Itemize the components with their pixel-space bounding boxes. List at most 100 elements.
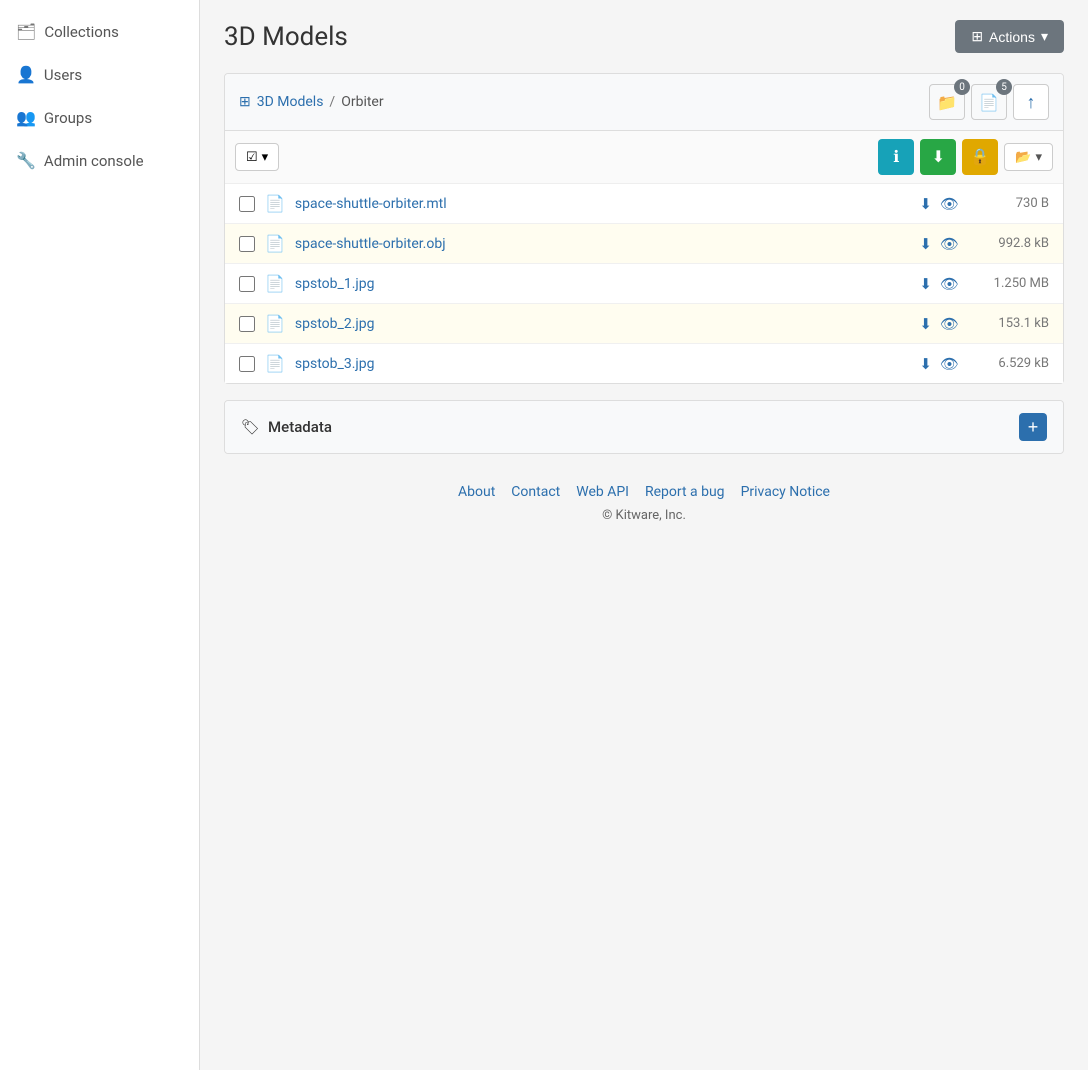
file-doc-icon: 📄 <box>265 194 285 213</box>
files-badge: 5 <box>996 79 1012 95</box>
breadcrumb-root-link[interactable]: 3D Models <box>257 94 324 110</box>
file-checkbox[interactable] <box>239 276 255 292</box>
file-doc-icon: 📄 <box>265 274 285 293</box>
file-copy-icon: 📄 <box>979 93 999 112</box>
file-size: 153.1 kB <box>969 316 1049 331</box>
footer-link-about[interactable]: About <box>458 484 495 500</box>
folder-badge: 0 <box>954 79 970 95</box>
file-actions: ⬇ 👁 <box>919 195 959 213</box>
check-dropdown-icon: ▾ <box>262 149 269 165</box>
file-checkbox[interactable] <box>239 196 255 212</box>
lock-icon: 🔒 <box>970 147 990 167</box>
file-row: 📄 spstob_3.jpg ⬇ 👁 6.529 kB <box>225 344 1063 383</box>
sidebar-item-label: Collections <box>44 23 119 41</box>
sitemap-icon: ⊞ <box>971 28 983 45</box>
actions-label: Actions <box>989 29 1035 45</box>
footer-link-web-api[interactable]: Web API <box>576 484 629 500</box>
file-name-link[interactable]: spstob_1.jpg <box>295 276 909 292</box>
file-doc-icon: 📄 <box>265 314 285 333</box>
sidebar-item-label: Users <box>44 66 82 84</box>
metadata-add-button[interactable]: + <box>1019 413 1047 441</box>
footer-links: About Contact Web API Report a bug Privacy N… <box>224 484 1064 500</box>
file-actions: ⬇ 👁 <box>919 275 959 293</box>
sidebar-item-label: Admin console <box>44 152 144 170</box>
metadata-section: 🏷 Metadata + <box>224 400 1064 454</box>
metadata-label: Metadata <box>268 418 332 436</box>
file-size: 992.8 kB <box>969 236 1049 251</box>
upload-button[interactable]: ↑ <box>1013 84 1049 120</box>
sidebar-item-admin-console[interactable]: 🔧 Admin console <box>0 139 199 182</box>
chevron-down-icon: ▾ <box>1041 28 1048 45</box>
file-name-link[interactable]: space-shuttle-orbiter.mtl <box>295 196 909 212</box>
file-checkbox[interactable] <box>239 356 255 372</box>
file-name-link[interactable]: space-shuttle-orbiter.obj <box>295 236 909 252</box>
file-name-link[interactable]: spstob_3.jpg <box>295 356 909 372</box>
more-actions-button[interactable]: 📂 ▾ <box>1004 143 1053 171</box>
file-checkbox[interactable] <box>239 236 255 252</box>
file-size: 6.529 kB <box>969 356 1049 371</box>
download-icon: ⬇ <box>932 147 945 167</box>
file-row: 📄 space-shuttle-orbiter.mtl ⬇ 👁 730 B <box>225 184 1063 224</box>
footer: About Contact Web API Report a bug Privacy N… <box>224 454 1064 533</box>
plus-icon: + <box>1028 417 1039 438</box>
file-size: 730 B <box>969 196 1049 211</box>
preview-file-icon[interactable]: 👁 <box>940 355 959 373</box>
file-browser-panel: ⊞ 3D Models / Orbiter 📁 0 📄 5 <box>224 73 1064 384</box>
sidebar-item-groups[interactable]: 👥 Groups <box>0 96 199 139</box>
admin-console-icon: 🔧 <box>16 151 36 170</box>
file-name-link[interactable]: spstob_2.jpg <box>295 316 909 332</box>
file-checkbox[interactable] <box>239 316 255 332</box>
lock-button[interactable]: 🔒 <box>962 139 998 175</box>
download-file-icon[interactable]: ⬇ <box>919 235 932 253</box>
metadata-title: 🏷 Metadata <box>241 418 332 436</box>
files-count-button[interactable]: 📄 5 <box>971 84 1007 120</box>
footer-link-report-bug[interactable]: Report a bug <box>645 484 725 500</box>
preview-file-icon[interactable]: 👁 <box>940 235 959 253</box>
main-content: 3D Models ⊞ Actions ▾ ⊞ 3D Models / Orbi… <box>200 0 1088 1070</box>
upload-icon: ↑ <box>1027 92 1036 113</box>
preview-file-icon[interactable]: 👁 <box>940 195 959 213</box>
users-icon: 👤 <box>16 65 36 84</box>
file-actions: ⬇ 👁 <box>919 235 959 253</box>
metadata-header: 🏷 Metadata + <box>225 401 1063 453</box>
more-dropdown-icon: ▾ <box>1035 149 1042 165</box>
actions-button[interactable]: ⊞ Actions ▾ <box>955 20 1064 53</box>
breadcrumb-root-label: 3D Models <box>257 94 324 110</box>
breadcrumb-actions: 📁 0 📄 5 ↑ <box>929 84 1049 120</box>
breadcrumb-current: Orbiter <box>341 94 383 110</box>
footer-link-contact[interactable]: Contact <box>511 484 560 500</box>
toolbar-left: ☑ ▾ <box>235 143 279 171</box>
folder-count-button[interactable]: 📁 0 <box>929 84 965 120</box>
download-file-icon[interactable]: ⬇ <box>919 195 932 213</box>
footer-copyright: © Kitware, Inc. <box>224 508 1064 523</box>
file-actions: ⬇ 👁 <box>919 355 959 373</box>
breadcrumb-bar: ⊞ 3D Models / Orbiter 📁 0 📄 5 <box>225 74 1063 131</box>
folder-icon: 📁 <box>937 93 957 112</box>
file-actions: ⬇ 👁 <box>919 315 959 333</box>
file-list: 📄 space-shuttle-orbiter.mtl ⬇ 👁 730 B 📄 … <box>225 184 1063 383</box>
info-button[interactable]: ℹ <box>878 139 914 175</box>
collections-icon: 🗂 <box>16 22 36 41</box>
select-all-button[interactable]: ☑ ▾ <box>235 143 279 171</box>
sidebar: 🗂 Collections 👤 Users 👥 Groups 🔧 Admin c… <box>0 0 200 1070</box>
groups-icon: 👥 <box>16 108 36 127</box>
info-icon: ℹ <box>893 147 899 167</box>
download-button[interactable]: ⬇ <box>920 139 956 175</box>
breadcrumb: ⊞ 3D Models / Orbiter <box>239 94 384 110</box>
toolbar-right: ℹ ⬇ 🔒 📂 ▾ <box>878 139 1053 175</box>
page-header: 3D Models ⊞ Actions ▾ <box>224 20 1064 53</box>
file-size: 1.250 MB <box>969 276 1049 291</box>
preview-file-icon[interactable]: 👁 <box>940 315 959 333</box>
check-icon: ☑ <box>246 149 258 165</box>
sidebar-item-collections[interactable]: 🗂 Collections <box>0 10 199 53</box>
file-toolbar: ☑ ▾ ℹ ⬇ 🔒 📂 ▾ <box>225 131 1063 184</box>
download-file-icon[interactable]: ⬇ <box>919 275 932 293</box>
collection-icon: ⊞ <box>239 94 251 110</box>
preview-file-icon[interactable]: 👁 <box>940 275 959 293</box>
download-file-icon[interactable]: ⬇ <box>919 315 932 333</box>
breadcrumb-separator: / <box>329 94 335 110</box>
footer-link-privacy-notice[interactable]: Privacy Notice <box>741 484 830 500</box>
file-doc-icon: 📄 <box>265 354 285 373</box>
download-file-icon[interactable]: ⬇ <box>919 355 932 373</box>
sidebar-item-users[interactable]: 👤 Users <box>0 53 199 96</box>
